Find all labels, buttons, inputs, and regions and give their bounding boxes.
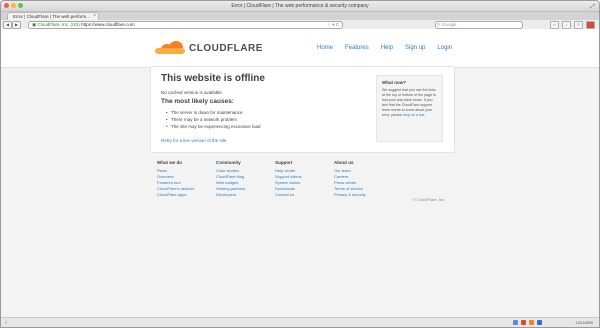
adblock-status-icon[interactable] [521,320,526,325]
search-icon: ⚲ [437,22,440,27]
download-icon[interactable]: ↓ [562,21,571,29]
what-now-title: What now? [382,80,406,85]
list-item: The server is down for maintenance [166,109,261,116]
url-text: https://www.cloudflare.com [81,22,135,27]
site-footer: What we do Plans Overview Features tour … [157,160,393,198]
retry-link[interactable]: Retry for a live version of the site [161,138,227,143]
addon-status-icon[interactable] [513,320,518,325]
lock-icon: ▣ [32,22,37,27]
cloud-logo-icon [155,41,187,55]
error-card: This website is offline No cached versio… [150,66,455,153]
page-viewport: CLOUDFLARE Home Features Help Sign up Lo… [1,29,599,317]
what-now-box: What now? We suggest that you use the li… [376,75,443,142]
dev-status-icon[interactable] [537,320,542,325]
footer-heading: Support [275,160,293,165]
url-owner: CloudFlare, Inc. (US) [37,22,80,27]
toolbar-buttons: ⌂ ↓ ≡ [550,21,595,29]
zoom-window-icon[interactable] [18,3,23,8]
footer-column-about-us: About us Our team Careers Press center T… [334,160,393,198]
addon-icon[interactable] [586,21,595,29]
close-window-icon[interactable] [4,3,9,8]
status-addon-icons [513,320,542,325]
footer-column-what-we-do: What we do Plans Overview Features tour … [157,160,216,198]
cloudflare-logo[interactable]: CLOUDFLARE [155,41,263,55]
status-bar: ≡ 1331x899 [1,317,599,327]
footer-link[interactable]: Contact us [275,192,334,198]
tab-bar: Error | CloudFlare | The web perform... … [1,11,599,20]
tab-close-icon[interactable]: × [93,13,96,20]
tab-active[interactable]: Error | CloudFlare | The web perform... … [7,12,99,20]
main-nav: Home Features Help Sign up Login [317,45,464,51]
url-bar[interactable]: ▣ CloudFlare, Inc. (US) https://www.clou… [28,21,343,29]
page-title: This website is offline [161,73,265,84]
tab-label: Error | CloudFlare | The web perform... [13,14,91,19]
bookmark-reload-icon[interactable]: ☆ ▾ C [327,22,339,28]
what-now-text: We suggest that you use the links at the… [382,88,437,118]
contact-link[interactable]: drop us a line. [403,113,426,117]
back-button[interactable]: ◀ [3,20,12,29]
extension-status-icon[interactable] [529,320,534,325]
forward-button[interactable]: ▶ [12,20,21,29]
logo-text: CLOUDFLARE [189,42,263,54]
menu-icon[interactable]: ≡ [574,21,583,29]
list-item: The site may be experiencing excessive l… [166,123,261,130]
causes-list: The server is down for maintenance There… [166,109,261,130]
causes-heading: The most likely causes: [161,98,234,105]
search-placeholder: Google [442,22,457,27]
search-input[interactable]: ⚲ Google [435,21,523,29]
title-bar: Error | CloudFlare | The web performance… [1,1,599,11]
nav-features[interactable]: Features [345,45,369,51]
footer-column-community: Community Case studies CloudFlare blog W… [216,160,275,198]
footer-heading: What we do [157,160,182,165]
browser-window: Error | CloudFlare | The web performance… [0,0,600,328]
footer-link[interactable]: Developers [216,192,275,198]
nav-signup[interactable]: Sign up [405,45,425,51]
nav-help[interactable]: Help [381,45,393,51]
window-title: Error | CloudFlare | The web performance… [231,3,369,9]
copyright-text: © CloudFlare, Inc. [413,197,446,202]
footer-link[interactable]: Privacy & security [334,192,393,198]
viewport-size-text: 1331x899 [575,320,593,325]
nav-login[interactable]: Login [437,45,452,51]
footer-link[interactable]: CloudFlare apps [157,192,216,198]
footer-column-support: Support Help center Support videos Syste… [275,160,334,198]
no-cache-text: No cached version is available. [161,90,224,95]
site-header: CLOUDFLARE Home Features Help Sign up Lo… [1,29,599,68]
sidebar-toggle-icon[interactable]: ≡ [5,320,7,325]
list-item: There may be a network problem [166,116,261,123]
home-icon[interactable]: ⌂ [550,21,559,29]
minimize-window-icon[interactable] [11,3,16,8]
nav-home[interactable]: Home [317,45,333,51]
footer-heading: About us [334,160,354,165]
footer-heading: Community [216,160,241,165]
window-controls [4,3,23,8]
